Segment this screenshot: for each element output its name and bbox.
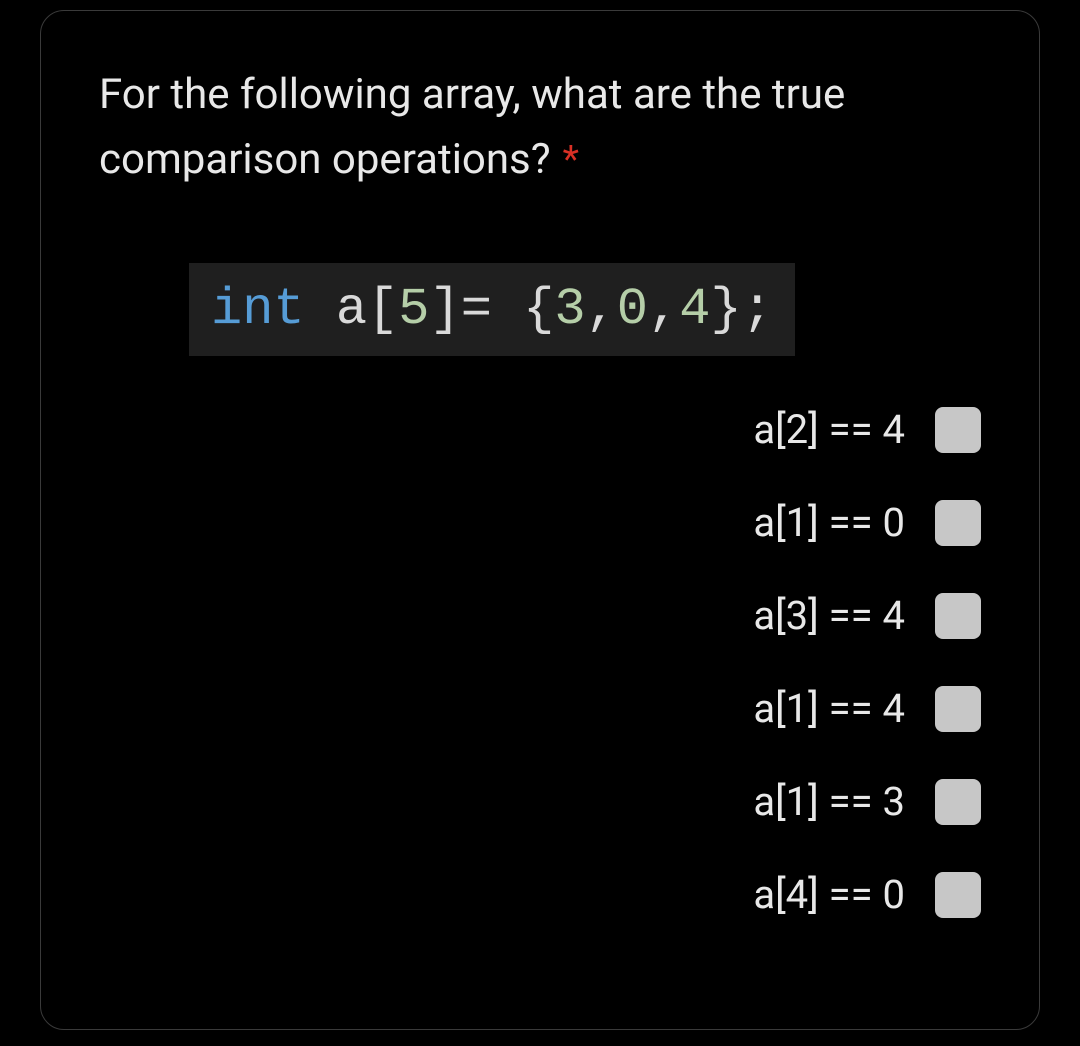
- required-marker: *: [563, 138, 579, 182]
- option-label: a[3] == 4: [753, 592, 905, 639]
- question-block: For the following array, what are the tr…: [99, 63, 981, 193]
- option-row: a[3] == 4: [99, 592, 981, 639]
- code-wrap: int a[5]= {3,0,4};: [189, 263, 981, 356]
- question-line-1: For the following array, what are the tr…: [99, 63, 981, 126]
- code-open-brace: {: [523, 280, 554, 339]
- checkbox[interactable]: [935, 407, 981, 453]
- option-label: a[2] == 4: [753, 406, 905, 453]
- checkbox[interactable]: [935, 779, 981, 825]
- option-label: a[1] == 0: [753, 499, 905, 546]
- option-label: a[1] == 4: [753, 685, 905, 732]
- option-row: a[1] == 3: [99, 778, 981, 825]
- checkbox[interactable]: [935, 686, 981, 732]
- code-open-bracket: [: [367, 280, 398, 339]
- checkbox[interactable]: [935, 500, 981, 546]
- code-block: int a[5]= {3,0,4};: [189, 263, 795, 356]
- code-v2: 0: [617, 280, 648, 339]
- code-v1: 3: [554, 280, 585, 339]
- checkbox[interactable]: [935, 872, 981, 918]
- option-label: a[1] == 3: [753, 778, 905, 825]
- checkbox[interactable]: [935, 593, 981, 639]
- options-list: a[2] == 4 a[1] == 0 a[3] == 4 a[1] == 4 …: [99, 406, 981, 918]
- code-identifier: a: [336, 280, 367, 339]
- option-label: a[4] == 0: [753, 871, 905, 918]
- code-size: 5: [398, 280, 429, 339]
- option-row: a[1] == 4: [99, 685, 981, 732]
- code-c2: ,: [648, 280, 679, 339]
- question-line-2: comparison operations?: [99, 126, 551, 193]
- code-close-bracket: ]: [430, 280, 461, 339]
- question-card: For the following array, what are the tr…: [40, 10, 1040, 1030]
- option-row: a[4] == 0: [99, 871, 981, 918]
- option-row: a[2] == 4: [99, 406, 981, 453]
- code-semi: ;: [742, 280, 773, 339]
- code-v3: 4: [679, 280, 710, 339]
- code-c1: ,: [586, 280, 617, 339]
- code-keyword: int: [211, 280, 305, 339]
- option-row: a[1] == 0: [99, 499, 981, 546]
- code-close-brace: }: [710, 280, 741, 339]
- code-assign: =: [461, 280, 523, 339]
